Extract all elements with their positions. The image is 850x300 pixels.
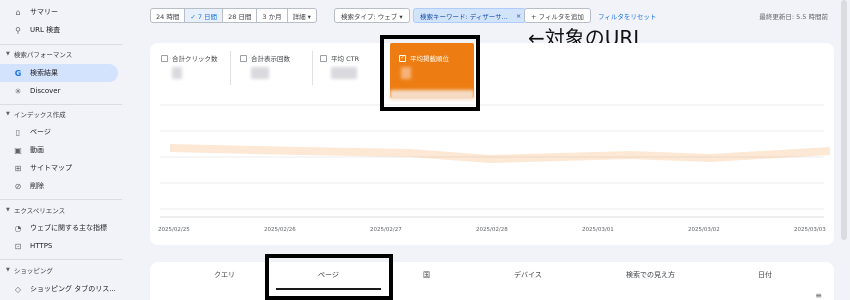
caret-down-icon: ▼ — [6, 51, 10, 57]
sidebar-item-label: Discover — [30, 87, 61, 95]
sidebar-item-discover[interactable]: ✳ Discover — [0, 82, 118, 100]
x-tick-label: 2025/03/03 — [794, 227, 826, 233]
sidebar-item-label: ウェブに関する主な指標 — [30, 224, 107, 232]
sidebar-item-search-results[interactable]: G 検索結果 — [0, 64, 118, 82]
tag-icon: ◇ — [14, 284, 22, 294]
search-icon: ⚲ — [15, 25, 21, 35]
add-filter-button[interactable]: + フィルタを追加 — [524, 8, 591, 23]
sidebar-item-label: ショッピング タブのリス... — [30, 285, 116, 293]
sidebar-item-label: HTTPS — [30, 242, 53, 250]
sidebar-item-core-web-vitals[interactable]: ◔ ウェブに関する主な指標 — [0, 219, 118, 237]
performance-line-chart — [160, 104, 831, 218]
tab-search-appearance[interactable]: 検索での見え方 — [626, 270, 675, 280]
annotation-highlight-box — [380, 35, 480, 111]
sidebar-divider — [0, 44, 122, 45]
home-icon: ⌂ — [15, 7, 21, 17]
tab-devices[interactable]: デバイス — [514, 270, 542, 280]
caret-down-icon: ▼ — [6, 267, 10, 273]
caret-down-icon: ▼ — [6, 207, 10, 213]
lock-icon: ⊡ — [14, 241, 22, 251]
date-range-7d[interactable]: ✓ 7 日間 — [185, 9, 224, 22]
sidebar-item-removals[interactable]: ⊘ 削除 — [0, 177, 118, 195]
date-range-selector: 24 時間 ✓ 7 日間 28 日間 3 か月 詳細 ▾ — [150, 8, 317, 23]
sidebar-item-videos[interactable]: ▣ 動画 — [0, 141, 118, 159]
x-tick-label: 2025/03/02 — [688, 227, 720, 233]
sidebar-divider — [0, 259, 122, 260]
sidebar-item-summary[interactable]: ⌂ サマリー — [0, 3, 118, 21]
sidebar-item-sitemaps[interactable]: ⊞ サイトマップ — [0, 159, 118, 177]
page-icon: ▯ — [15, 127, 21, 137]
sidebar-item-label: 動画 — [30, 146, 44, 154]
sidebar-section-indexing[interactable]: ▼ インデックス作成 — [0, 107, 118, 121]
google-g-icon: G — [14, 68, 22, 78]
discover-icon: ✳ — [14, 86, 22, 96]
close-icon[interactable]: × — [516, 12, 521, 20]
scrollbar[interactable] — [838, 0, 850, 300]
x-tick-label: 2025/02/27 — [370, 227, 402, 233]
sidebar-item-url-inspection[interactable]: ⚲ URL 検査 — [0, 21, 118, 39]
sidebar-section-performance[interactable]: ▼ 検索パフォーマンス — [0, 47, 118, 61]
sidebar: ⌂ サマリー ⚲ URL 検査 ▼ 検索パフォーマンス G 検索結果 ✳ Dis… — [0, 0, 122, 300]
sidebar-section-shopping[interactable]: ▼ ショッピング — [0, 263, 118, 277]
scrollbar-thumb[interactable] — [841, 0, 847, 240]
sidebar-section-title: ショッピング — [13, 267, 53, 275]
date-range-3m[interactable]: 3 か月 — [257, 9, 288, 22]
sidebar-item-label: 検索結果 — [30, 69, 58, 77]
keyword-filter-chip[interactable]: 検索キーワード: ディザーサ... × — [413, 8, 527, 23]
filter-rows-icon[interactable]: ≡ — [815, 291, 822, 300]
sidebar-item-label: ページ — [30, 128, 51, 136]
removal-icon: ⊘ — [14, 181, 22, 191]
sitemap-icon: ⊞ — [14, 163, 22, 173]
x-tick-label: 2025/02/28 — [476, 227, 508, 233]
sidebar-item-https[interactable]: ⊡ HTTPS — [0, 237, 118, 255]
web-vitals-icon: ◔ — [14, 223, 22, 233]
date-range-24h[interactable]: 24 時間 — [151, 9, 186, 22]
x-tick-label: 2025/03/01 — [582, 227, 614, 233]
sidebar-item-label: サイトマップ — [30, 164, 72, 172]
sidebar-item-label: URL 検査 — [30, 26, 61, 34]
sidebar-section-title: インデックス作成 — [13, 111, 66, 119]
sidebar-item-pages[interactable]: ▯ ページ — [0, 123, 118, 141]
sidebar-item-label: 削除 — [30, 182, 44, 190]
sidebar-divider — [0, 104, 122, 105]
sidebar-item-label: サマリー — [30, 8, 58, 16]
sidebar-divider — [0, 199, 122, 200]
tab-countries[interactable]: 国 — [423, 270, 430, 280]
sidebar-section-experience[interactable]: ▼ エクスペリエンス — [0, 203, 118, 217]
performance-chart-card: 合計クリック数 合計表示回数 平均 CTR ✓ 平均掲載順位 2025/02/2… — [150, 43, 834, 245]
keyword-filter-label: 検索キーワード: ディザーサ... — [420, 12, 508, 21]
x-tick-label: 2025/02/26 — [264, 227, 296, 233]
annotation-highlight-box — [265, 254, 393, 300]
sidebar-section-title: エクスペリエンス — [13, 207, 66, 215]
caret-down-icon: ▼ — [6, 111, 10, 117]
dimension-tabs: クエリ ページ 国 デバイス 検索での見え方 日付 — [150, 262, 834, 300]
date-range-more[interactable]: 詳細 ▾ — [288, 9, 316, 22]
tab-dates[interactable]: 日付 — [758, 270, 772, 280]
sidebar-section-title: 検索パフォーマンス — [13, 51, 73, 59]
date-range-28d[interactable]: 28 日間 — [223, 9, 258, 22]
x-tick-label: 2025/02/25 — [158, 227, 190, 233]
tab-queries[interactable]: クエリ — [214, 270, 235, 280]
sidebar-item-shopping-tab[interactable]: ◇ ショッピング タブのリス... — [0, 280, 118, 298]
search-type-filter[interactable]: 検索タイプ: ウェブ ▾ — [334, 8, 410, 23]
last-updated-text: 最終更新日: 5.5 時間前 — [759, 13, 828, 21]
reset-filters-link[interactable]: フィルタをリセット — [598, 11, 656, 21]
video-icon: ▣ — [14, 145, 22, 155]
